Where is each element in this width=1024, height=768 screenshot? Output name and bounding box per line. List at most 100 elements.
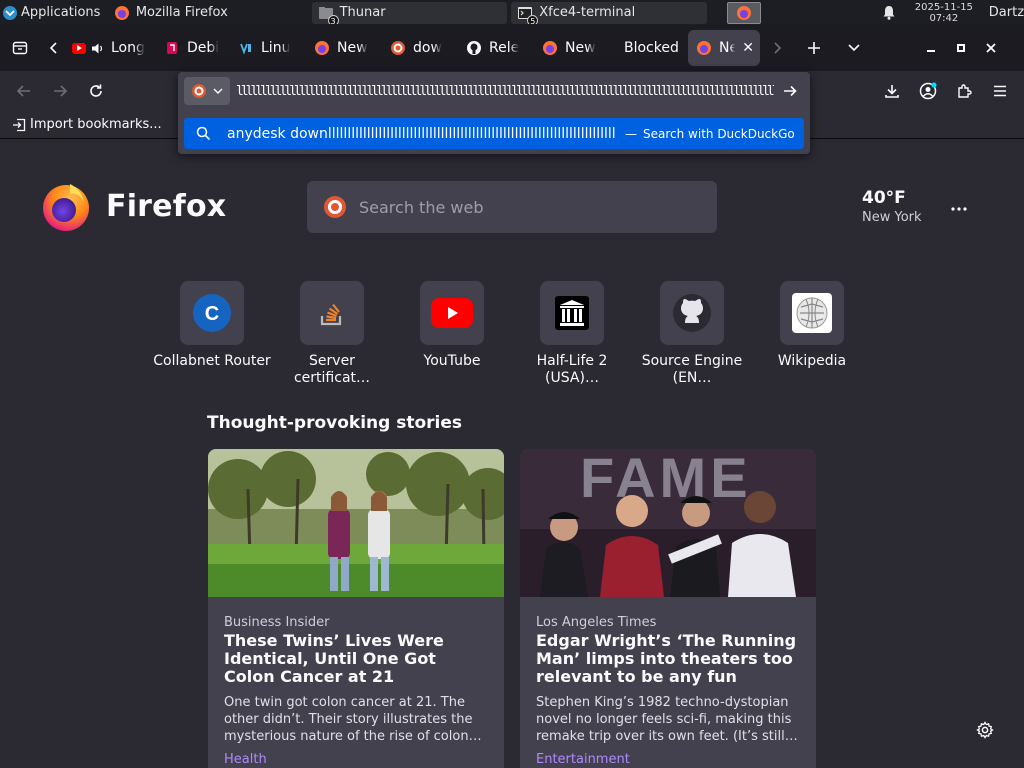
chevron-down-icon [213, 88, 223, 94]
story-card[interactable]: FAME Los Angeles Times Edgar Wright’s ‘T… [520, 449, 816, 768]
tab-new-tab[interactable]: New [306, 30, 382, 66]
weather-widget[interactable]: 40°F New York [862, 188, 942, 225]
maximize-window-button[interactable] [946, 33, 976, 63]
tab-label: Rele [489, 40, 520, 56]
story-title: Edgar Wright’s ‘The Running Man’ limps i… [536, 631, 797, 686]
firefox-view-button[interactable] [4, 32, 36, 64]
go-button[interactable] [776, 77, 804, 105]
minimize-window-button[interactable] [916, 33, 946, 63]
tab-label: Long [111, 40, 145, 56]
story-description: One twin got colon cancer at 21. The oth… [224, 695, 482, 744]
story-card[interactable]: Business Insider These Twins’ Lives Were… [208, 449, 504, 768]
suggestion-separator: — [625, 126, 637, 141]
search-icon [196, 126, 211, 141]
gear-icon [976, 721, 994, 739]
arrow-right-icon [784, 85, 797, 97]
shortcut-source-engine[interactable]: Source Engine (EN… [632, 281, 752, 387]
duckduckgo-icon [324, 196, 346, 218]
new-tab-button[interactable] [798, 32, 830, 64]
application-menu-button[interactable] [984, 75, 1016, 107]
shortcut-half-life-2[interactable]: Half-Life 2 (USA)… [512, 281, 632, 387]
window-count-badge: 3 [327, 14, 339, 24]
close-icon [986, 43, 996, 53]
stories-section-heading: Thought-provoking stories [207, 413, 463, 433]
tab-linux[interactable]: Linu [230, 30, 306, 66]
search-suggestion-row[interactable]: anydesk downllllllllllllllllllllllllllll… [184, 118, 804, 149]
tab-download-search[interactable]: dow [382, 30, 458, 66]
applications-menu-button[interactable]: Applications [0, 0, 108, 25]
shortcut-label: YouTube [423, 353, 481, 369]
shortcut-label: Source Engine (EN… [641, 353, 743, 386]
newtab-settings-button[interactable] [972, 717, 998, 743]
tab-label: New [565, 40, 596, 56]
shortcut-wikipedia[interactable]: Wikipedia [752, 281, 872, 370]
puzzle-icon [958, 84, 972, 98]
speaker-icon [92, 43, 103, 53]
shortcut-youtube[interactable]: YouTube [392, 281, 512, 370]
tab-label: Linu [261, 40, 291, 56]
tab-active-new-tab[interactable]: Ne ✕ [688, 30, 760, 66]
weather-location: New York [862, 210, 922, 225]
shortcut-tile [420, 281, 484, 345]
downloads-button[interactable] [876, 75, 908, 107]
tab-youtube[interactable]: Long [64, 30, 156, 66]
story-image [208, 449, 504, 597]
search-engine-button[interactable] [184, 77, 230, 105]
shortcut-tile [540, 281, 604, 345]
story-category: Entertainment [536, 752, 630, 767]
tab-label: Ne [719, 40, 736, 56]
back-button[interactable] [8, 75, 40, 107]
desktop-panel: Applications Mozilla Firefox 3 Thunar 5 … [0, 0, 1024, 25]
newtab-search-input[interactable]: Search the web [307, 181, 717, 233]
tab-github-releases[interactable]: Rele [458, 30, 534, 66]
tabs-scroll-left-button[interactable] [44, 32, 64, 64]
clock-time: 07:42 [929, 12, 959, 24]
hamburger-menu-icon [994, 85, 1006, 97]
taskbar-item-terminal[interactable]: 5 Xfce4-terminal [511, 1, 707, 24]
weather-options-button[interactable] [946, 196, 972, 222]
account-button[interactable] [912, 75, 944, 107]
shortcut-label: Collabnet Router [153, 353, 271, 369]
story-description: Stephen King’s 1982 techno-dystopian nov… [536, 695, 798, 744]
import-bookmarks-button[interactable]: Import bookmarks... [12, 117, 162, 132]
tabs-scroll-right-button[interactable] [760, 32, 794, 64]
tab-blocked[interactable]: Blocked [610, 30, 688, 66]
debian-icon [164, 40, 180, 56]
url-input[interactable] [236, 80, 774, 102]
collabnet-icon: C [193, 294, 231, 332]
download-icon [885, 85, 899, 98]
collabnet-icon-letter: C [205, 303, 219, 325]
list-all-tabs-button[interactable] [838, 32, 870, 64]
terminal-icon: 5 [517, 5, 539, 24]
account-icon [919, 82, 937, 100]
applications-menu-label: Applications [21, 5, 101, 20]
shortcut-label: Half-Life 2 (USA)… [536, 353, 608, 386]
close-tab-icon[interactable]: ✕ [742, 40, 754, 56]
firefox-icon [736, 5, 751, 20]
tab-label: New [337, 40, 368, 56]
clock-date: 2025-11-15 [914, 1, 973, 13]
forward-button[interactable] [44, 75, 76, 107]
extensions-button[interactable] [948, 75, 980, 107]
taskbar-item-thunar[interactable]: 3 Thunar [311, 1, 508, 24]
shortcut-server-certificate[interactable]: Server certificat… [272, 281, 392, 387]
taskbar-item-label: Thunar [339, 5, 386, 20]
reload-button[interactable] [80, 75, 112, 107]
firefox-icon [542, 40, 558, 56]
suggestion-action-label: Search with DuckDuckGo [643, 126, 795, 141]
close-window-button[interactable] [976, 33, 1006, 63]
workspace-switcher[interactable] [727, 1, 761, 24]
user-menu[interactable]: Dartz [989, 0, 1024, 25]
tab-strip: Long Debi Linu New dow Rele New Blocked … [0, 25, 1024, 71]
panel-clock[interactable]: 2025-11-15 07:42 [903, 0, 985, 25]
notifications-button[interactable] [879, 0, 899, 25]
story-image: FAME [520, 449, 816, 597]
taskbar-item-firefox[interactable]: Mozilla Firefox [108, 2, 304, 24]
tab-new-tab-2[interactable]: New [534, 30, 610, 66]
file-manager-icon: 3 [318, 5, 339, 24]
firefox-icon [696, 40, 712, 56]
story-title: These Twins’ Lives Were Identical, Until… [224, 631, 444, 686]
story-source: Business Insider [224, 615, 330, 630]
shortcut-collabnet-router[interactable]: C Collabnet Router [152, 281, 272, 370]
tab-debian[interactable]: Debi [156, 30, 230, 66]
